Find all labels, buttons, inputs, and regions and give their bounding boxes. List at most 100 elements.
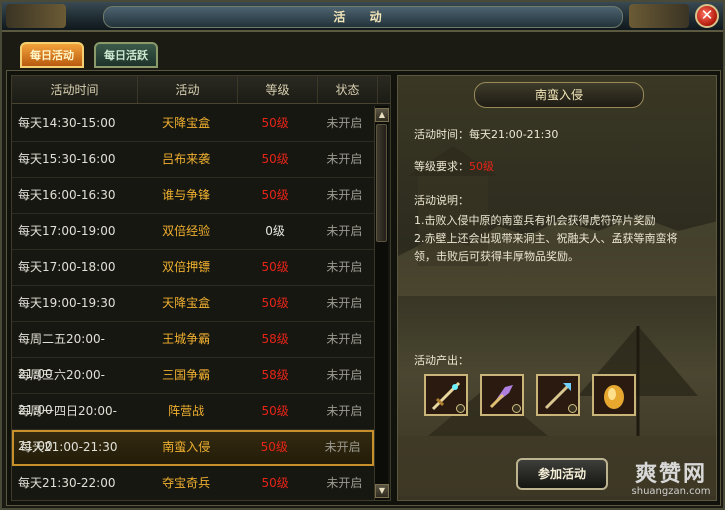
table-row[interactable]: 每周三六20:00-21:00 三国争霸 58级 未开启 <box>12 358 374 417</box>
row-time: 每天14:30-15:00 <box>18 116 116 130</box>
row-activity: 双倍经验 <box>162 224 211 238</box>
row-time: 每天19:00-19:30 <box>18 296 116 310</box>
row-level: 50级 <box>261 260 289 274</box>
level-requirement: 等级要求：50级 <box>414 158 494 174</box>
row-activity: 双倍押镖 <box>162 260 211 274</box>
arrow-up-icon: ▲ <box>378 110 386 119</box>
header-activity: 活动 <box>138 76 238 103</box>
row-status: 未开启 <box>324 440 361 454</box>
description-line-3: 领，击败后可获得丰厚物品奖励。 <box>414 250 579 263</box>
tab-daily-active[interactable]: 每日活跃 <box>94 42 158 68</box>
row-activity: 三国争霸 <box>162 368 211 382</box>
table-row[interactable]: 每周二五20:00-21:00 王城争霸 58级 未开启 <box>12 322 374 381</box>
close-icon: ✕ <box>700 6 714 24</box>
row-status: 未开启 <box>326 152 363 166</box>
row-activity: 天降宝盒 <box>162 296 211 310</box>
row-activity: 天降宝盒 <box>162 116 211 130</box>
close-button[interactable]: ✕ <box>695 4 719 28</box>
table-row[interactable]: 每天17:00-18:00 双倍押镖 50级 未开启 <box>12 250 374 286</box>
drop-slot-1[interactable] <box>424 374 468 416</box>
scroll-up-button[interactable]: ▲ <box>375 108 389 122</box>
scroll-down-button[interactable]: ▼ <box>375 484 389 498</box>
table-row[interactable]: 每天19:00-19:30 天降宝盒 50级 未开启 <box>12 286 374 322</box>
title-ornament-right <box>629 4 689 28</box>
scroll-thumb[interactable] <box>376 124 387 242</box>
row-level: 50级 <box>260 440 288 454</box>
row-activity: 吕布来袭 <box>162 152 211 166</box>
activity-time-value: 每天21:00-21:30 <box>469 128 559 141</box>
row-time: 每天17:00-19:00 <box>18 224 116 238</box>
level-requirement-label: 等级要求： <box>414 160 469 173</box>
lock-icon <box>456 404 465 413</box>
table-row[interactable]: 每天14:30-15:00 天降宝盒 50级 未开启 <box>12 106 374 142</box>
row-status: 未开启 <box>326 224 363 238</box>
content-area: 活动时间 活动 等级 状态 每天14:30-15:00 天降宝盒 50级 未开启 每天1… <box>6 70 721 506</box>
row-level: 50级 <box>261 476 289 490</box>
watermark-url: shuangzan.com <box>631 486 711 497</box>
header-time: 活动时间 <box>12 76 138 103</box>
activity-list-panel: 活动时间 活动 等级 状态 每天14:30-15:00 天降宝盒 50级 未开启 每天1… <box>11 75 391 501</box>
lock-icon <box>568 404 577 413</box>
drops-label: 活动产出： <box>414 354 469 367</box>
description-line-1: 1.击败入侵中原的南蛮兵有机会获得虎符碎片奖励 <box>414 214 656 227</box>
gold-ingot-icon <box>604 385 624 409</box>
site-watermark: 爽赞网 shuangzan.com <box>626 456 716 497</box>
row-level: 50级 <box>261 404 289 418</box>
row-time: 每天21:00-21:30 <box>20 440 118 454</box>
row-time: 每周二五20:00-21:00 <box>18 332 105 381</box>
lock-icon <box>512 404 521 413</box>
row-status: 未开启 <box>326 476 363 490</box>
tab-daily-activity[interactable]: 每日活动 <box>20 42 84 68</box>
table-row[interactable]: 每天21:30-22:00 夺宝奇兵 50级 未开启 <box>12 466 374 500</box>
activity-time-label: 活动时间： <box>414 128 469 141</box>
row-status: 未开启 <box>326 188 363 202</box>
table-row[interactable]: 每天17:00-19:00 双倍经验 0级 未开启 <box>12 214 374 250</box>
activity-time: 活动时间：每天21:00-21:30 <box>414 126 558 142</box>
table-row[interactable]: 每周一四日20:00-21:00 阵营战 50级 未开启 <box>12 394 374 453</box>
row-time: 每天21:30-22:00 <box>18 476 116 490</box>
title-ornament-left <box>6 4 66 28</box>
table-row[interactable]: 每天16:00-16:30 谁与争锋 50级 未开启 <box>12 178 374 214</box>
row-time: 每天17:00-18:00 <box>18 260 116 274</box>
detail-title: 南蛮入侵 <box>474 82 644 108</box>
title-bar[interactable]: 活 动 ✕ <box>2 2 723 32</box>
drop-items <box>424 374 636 416</box>
header-level: 等级 <box>238 76 318 103</box>
row-status: 未开启 <box>326 116 363 130</box>
table-row[interactable]: 每天21:00-21:30 南蛮入侵 50级 未开启 <box>12 430 374 466</box>
window-title: 活 动 <box>102 6 623 28</box>
table-header: 活动时间 活动 等级 状态 <box>12 76 390 104</box>
activity-rows: 每天14:30-15:00 天降宝盒 50级 未开启 每天15:30-16:00 吕布来袭… <box>12 106 374 500</box>
description-line-2: 2.赤壁上还会出现带来洞主、祝融夫人、孟获等南蛮将 <box>414 232 678 245</box>
header-status: 状态 <box>318 76 378 103</box>
row-status: 未开启 <box>326 404 363 418</box>
watermark-logo: 爽赞网 <box>634 462 707 487</box>
battlefield-background <box>398 146 716 496</box>
row-status: 未开启 <box>326 296 363 310</box>
row-activity: 南蛮入侵 <box>162 440 211 454</box>
drop-slot-2[interactable] <box>480 374 524 416</box>
row-activity: 谁与争锋 <box>162 188 211 202</box>
row-level: 50级 <box>261 152 289 166</box>
drop-slot-4[interactable] <box>592 374 636 416</box>
join-activity-button[interactable]: 参加活动 <box>516 458 608 490</box>
row-status: 未开启 <box>326 332 363 346</box>
row-level: 58级 <box>261 368 289 382</box>
row-time: 每周三六20:00-21:00 <box>18 368 105 417</box>
row-status: 未开启 <box>326 368 363 382</box>
activity-detail-panel: 南蛮入侵 活动时间：每天21:00-21:30 等级要求：50级 活动说明： 1… <box>397 75 717 501</box>
activity-window: 活 动 ✕ 每日活动 每日活跃 活动时间 活动 等级 状态 每天14:30-15… <box>0 0 725 510</box>
row-status: 未开启 <box>326 260 363 274</box>
level-requirement-value: 50级 <box>469 160 494 173</box>
row-activity: 王城争霸 <box>162 332 211 346</box>
arrow-down-icon: ▼ <box>378 486 386 495</box>
row-activity: 夺宝奇兵 <box>162 476 211 490</box>
drop-slot-3[interactable] <box>536 374 580 416</box>
description-label: 活动说明： <box>414 194 469 207</box>
row-level: 0级 <box>265 224 285 238</box>
row-time: 每天15:30-16:00 <box>18 152 116 166</box>
table-row[interactable]: 每天15:30-16:00 吕布来袭 50级 未开启 <box>12 142 374 178</box>
scrollbar[interactable]: ▲ ▼ <box>374 106 389 500</box>
row-level: 50级 <box>261 116 289 130</box>
row-level: 58级 <box>261 332 289 346</box>
